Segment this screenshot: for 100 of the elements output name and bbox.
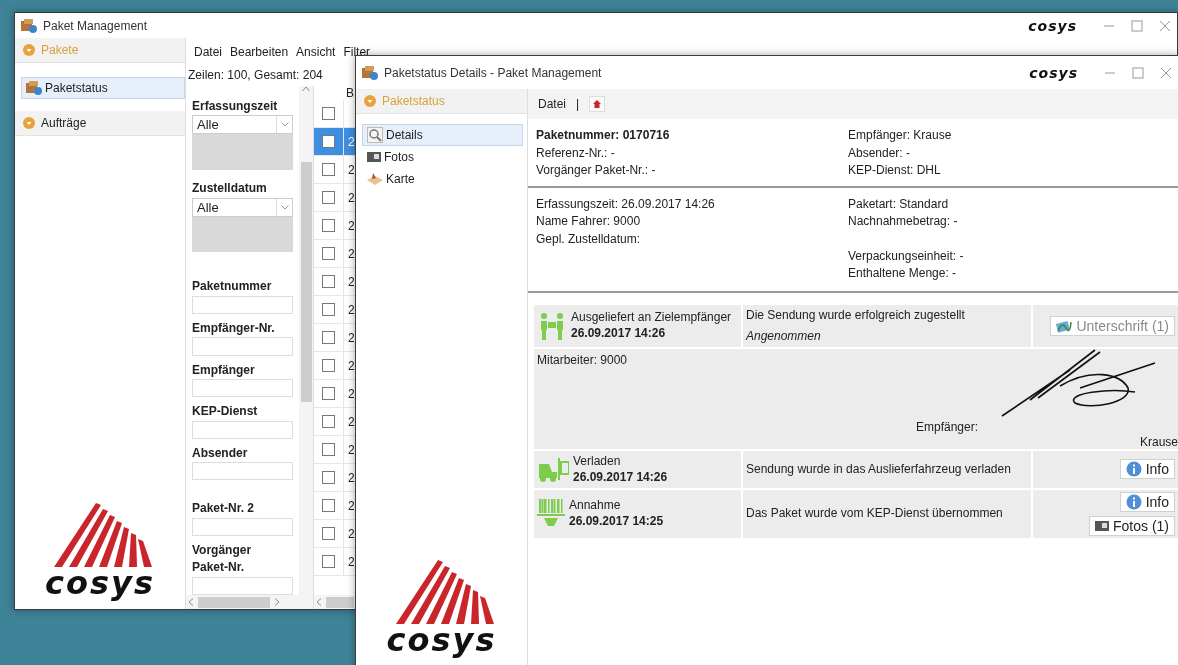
filter-field[interactable] bbox=[192, 462, 293, 481]
row-checkbox[interactable] bbox=[322, 443, 335, 456]
scroll-right-icon[interactable] bbox=[274, 598, 280, 606]
row-checkbox[interactable] bbox=[322, 163, 335, 176]
expand-icon bbox=[23, 117, 35, 129]
window-title: Paketstatus Details - Paket Management bbox=[384, 65, 603, 80]
filter-label: KEP-Dienst bbox=[192, 403, 259, 421]
scroll-left-icon[interactable] bbox=[316, 598, 322, 606]
menu-item[interactable]: Datei bbox=[538, 97, 566, 111]
row-checkbox[interactable] bbox=[322, 527, 335, 540]
package-icon bbox=[362, 65, 378, 80]
sidebar-group-label: Aufträge bbox=[41, 116, 87, 130]
table-cell-text: 2 bbox=[347, 134, 355, 149]
signature-icon bbox=[1056, 318, 1073, 333]
info-line: Paketart: Standard bbox=[848, 195, 950, 213]
magnifier-icon bbox=[367, 127, 383, 143]
home-icon bbox=[592, 99, 603, 109]
event-button[interactable]: Fotos (1) bbox=[1089, 515, 1175, 536]
row-checkbox[interactable] bbox=[322, 471, 335, 484]
package-icon bbox=[26, 81, 42, 95]
recipient-name: Krause bbox=[1139, 434, 1178, 450]
row-checkbox[interactable] bbox=[322, 555, 335, 568]
table-cell-text: 2 bbox=[347, 330, 355, 345]
camera-icon bbox=[367, 152, 381, 162]
scrollbar[interactable] bbox=[186, 595, 313, 609]
event-button[interactable]: Info bbox=[1119, 491, 1175, 512]
event-button[interactable]: Info bbox=[1119, 459, 1175, 479]
package-number: Paketnummer: 0170716 bbox=[536, 127, 671, 144]
row-checkbox[interactable] bbox=[322, 247, 335, 260]
filter-field[interactable] bbox=[192, 337, 293, 356]
column-header[interactable]: B bbox=[346, 86, 354, 100]
scrollbar[interactable] bbox=[299, 86, 313, 595]
event-message: Sendung wurde in das Auslieferfahrzeug verladen bbox=[746, 460, 1011, 478]
scroll-left-icon[interactable] bbox=[188, 598, 194, 606]
info-line: Empfänger: Krause bbox=[848, 127, 953, 144]
nav-item[interactable]: Details bbox=[362, 124, 523, 146]
logo-wordmark: cosys bbox=[45, 567, 155, 599]
filter-field[interactable] bbox=[192, 576, 293, 595]
event-status: Ausgeliefert an Zielempfänger bbox=[571, 309, 732, 325]
event-time: 26.09.2017 14:26 bbox=[571, 325, 667, 342]
row-checkbox[interactable] bbox=[322, 275, 335, 288]
info-line: Referenz-Nr.: - bbox=[536, 144, 616, 162]
filter-field[interactable] bbox=[192, 379, 293, 398]
event-message: Das Paket wurde vom KEP-Dienst übernommen bbox=[746, 505, 1003, 522]
row-count: Zeilen: 100, Gesamt: 204 bbox=[188, 67, 323, 82]
menu-item[interactable]: Datei bbox=[194, 45, 222, 59]
filter-label: Erfassungszeit bbox=[192, 98, 279, 115]
filter-field[interactable] bbox=[192, 517, 293, 536]
row-checkbox[interactable] bbox=[322, 499, 335, 512]
nav-item[interactable]: Fotos bbox=[362, 146, 523, 168]
chevron-down-icon bbox=[276, 116, 292, 134]
row-checkbox[interactable] bbox=[322, 331, 335, 344]
scrollbar[interactable] bbox=[314, 595, 356, 609]
row-checkbox[interactable] bbox=[322, 387, 335, 400]
filter-field[interactable] bbox=[192, 295, 293, 315]
row-checkbox[interactable] bbox=[322, 303, 335, 316]
table-cell-text: 2 bbox=[347, 246, 355, 261]
expand-icon bbox=[23, 44, 35, 56]
sidebar-group-header[interactable]: Aufträge bbox=[15, 111, 185, 136]
row-checkbox[interactable] bbox=[322, 191, 335, 204]
event-time: 26.09.2017 14:26 bbox=[573, 468, 668, 486]
menu-item[interactable]: Ansicht bbox=[296, 45, 336, 59]
select-all-checkbox[interactable] bbox=[322, 107, 335, 120]
info-icon bbox=[1125, 493, 1142, 510]
home-button[interactable] bbox=[589, 96, 606, 112]
nav-header-label: Paketstatus bbox=[382, 94, 445, 108]
table-cell-text: 2 bbox=[347, 386, 355, 401]
filter-dropdown[interactable]: Alle bbox=[192, 197, 293, 217]
table-cell-text: 2 bbox=[347, 442, 355, 457]
row-checkbox[interactable] bbox=[322, 219, 335, 232]
filter-label: Absender bbox=[192, 444, 249, 462]
info-line: Verpackungseinheit: - bbox=[848, 247, 965, 265]
filter-label: Paketnummer bbox=[192, 278, 273, 296]
event-note: Angenommen bbox=[746, 327, 821, 345]
table-cell-text: 2 bbox=[347, 358, 355, 373]
filter-label: Empfänger-Nr. bbox=[192, 320, 276, 338]
info-line: Enthaltene Menge: - bbox=[848, 265, 958, 282]
sidebar-item[interactable]: Paketstatus bbox=[21, 77, 185, 99]
menu-item[interactable]: Bearbeiten bbox=[230, 45, 289, 59]
barcode-scanner-icon bbox=[537, 498, 565, 529]
row-checkbox[interactable] bbox=[322, 359, 335, 372]
filter-label: Zustelldatum bbox=[192, 180, 268, 198]
table-cell-text: 2 bbox=[347, 470, 355, 485]
filter-label: Vorgänger Paket-Nr. bbox=[192, 542, 253, 577]
row-checkbox[interactable] bbox=[322, 415, 335, 428]
close-icon[interactable] bbox=[1159, 19, 1171, 32]
close-icon[interactable] bbox=[1160, 66, 1172, 79]
row-checkbox[interactable] bbox=[322, 135, 335, 148]
map-icon bbox=[367, 172, 383, 186]
table-cell-text: 2 bbox=[347, 218, 355, 233]
event-message: Die Sendung wurde erfolgreich zugestellt bbox=[746, 306, 965, 324]
nav-item[interactable]: Karte bbox=[362, 168, 523, 190]
camera-icon bbox=[1095, 520, 1109, 531]
table-cell-text: 2 bbox=[347, 554, 355, 569]
scroll-up-icon[interactable] bbox=[302, 86, 310, 92]
event-time: 26.09.2017 14:25 bbox=[569, 513, 664, 530]
brand-logo: cosys bbox=[1028, 17, 1077, 34]
table-cell-text: 2 bbox=[347, 414, 355, 429]
filter-field[interactable] bbox=[192, 420, 293, 439]
filter-dropdown[interactable]: Alle bbox=[192, 115, 293, 135]
